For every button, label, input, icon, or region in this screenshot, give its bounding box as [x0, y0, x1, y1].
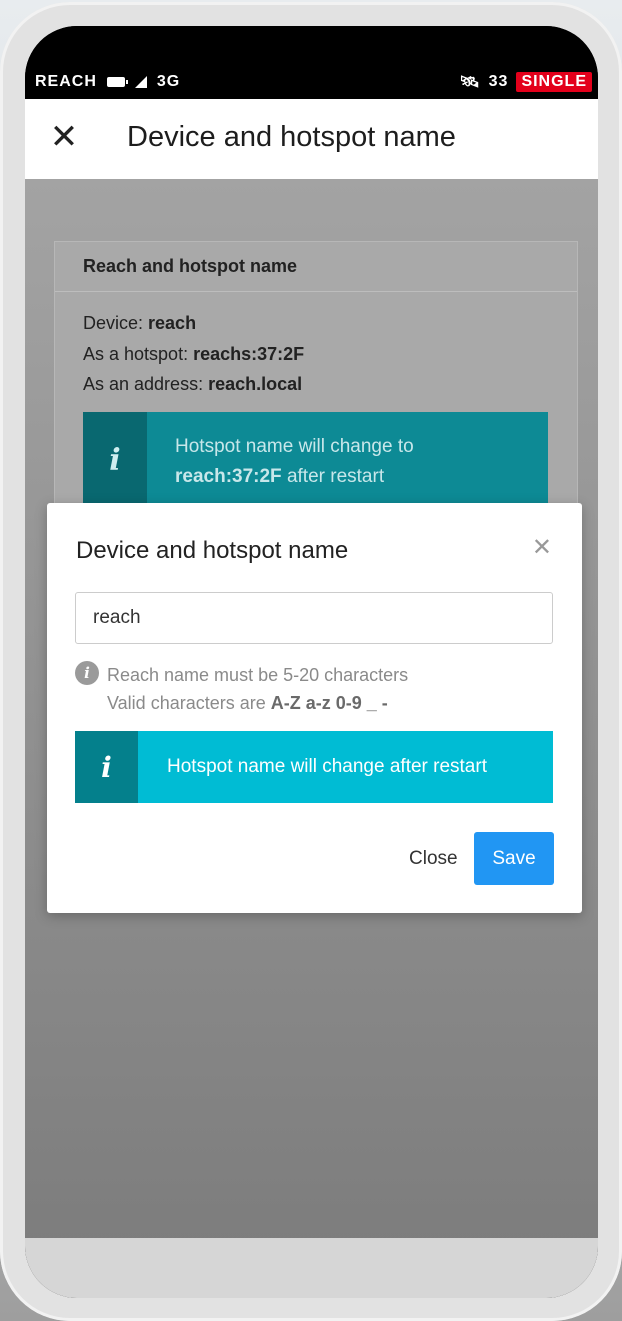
dialog-title: Device and hotspot name	[76, 537, 349, 564]
page-title: Device and hotspot name	[127, 121, 456, 153]
name-dialog: Device and hotspot name ✕ i Reach name m…	[47, 503, 582, 913]
battery-icon	[106, 77, 128, 87]
hotspot-row: As a hotspot: reachs:37:2F	[83, 343, 305, 364]
phone-bottom-bezel	[25, 1238, 598, 1298]
address-value: reach.local	[208, 374, 303, 394]
page-content: Reach and hotspot name Device: reach As …	[25, 179, 598, 1298]
device-name-input[interactable]	[75, 592, 553, 644]
name-card: Reach and hotspot name Device: reach As …	[54, 241, 578, 543]
dialog-close-icon[interactable]: ✕	[532, 533, 552, 562]
satellite-icon: 🛰	[459, 74, 481, 91]
status-bar: REACH 3G 🛰 33 SINGLE	[25, 26, 598, 99]
dialog-info-banner: i Hotspot name will change after restart	[75, 731, 553, 803]
device-row: Device: reach	[83, 313, 197, 333]
status-right: 🛰 33 SINGLE	[459, 72, 592, 92]
dialog-info-text: Hotspot name will change after restart	[167, 756, 487, 777]
info-icon: i	[75, 731, 138, 803]
phone-screen: REACH 3G 🛰 33 SINGLE ✕ Device and hotspo…	[25, 26, 598, 1298]
satellite-count: 33	[488, 73, 509, 90]
card-info-banner: i Hotspot name will change to reach:37:2…	[83, 412, 548, 508]
device-value: reach	[148, 313, 197, 333]
carrier-label: REACH	[35, 73, 97, 90]
close-icon[interactable]: ✕	[49, 120, 79, 154]
card-header: Reach and hotspot name	[55, 242, 577, 292]
app-bar: ✕ Device and hotspot name	[25, 99, 598, 180]
card-body: Device: reach As a hotspot: reachs:37:2F…	[55, 292, 577, 416]
close-button[interactable]: Close	[391, 833, 476, 885]
hint-info-icon: i	[75, 661, 99, 685]
signal-icon	[134, 76, 147, 88]
solution-status-badge: SINGLE	[516, 72, 592, 92]
network-label: 3G	[156, 73, 181, 90]
hotspot-value: reachs:37:2F	[193, 343, 305, 364]
name-hint: Reach name must be 5-20 characters Valid…	[107, 665, 409, 713]
info-icon: i	[83, 412, 147, 508]
address-row: As an address: reach.local	[83, 374, 303, 394]
status-left: REACH 3G	[35, 73, 180, 91]
card-info-text: Hotspot name will change to reach:37:2F …	[175, 436, 414, 487]
save-button[interactable]: Save	[474, 832, 554, 885]
